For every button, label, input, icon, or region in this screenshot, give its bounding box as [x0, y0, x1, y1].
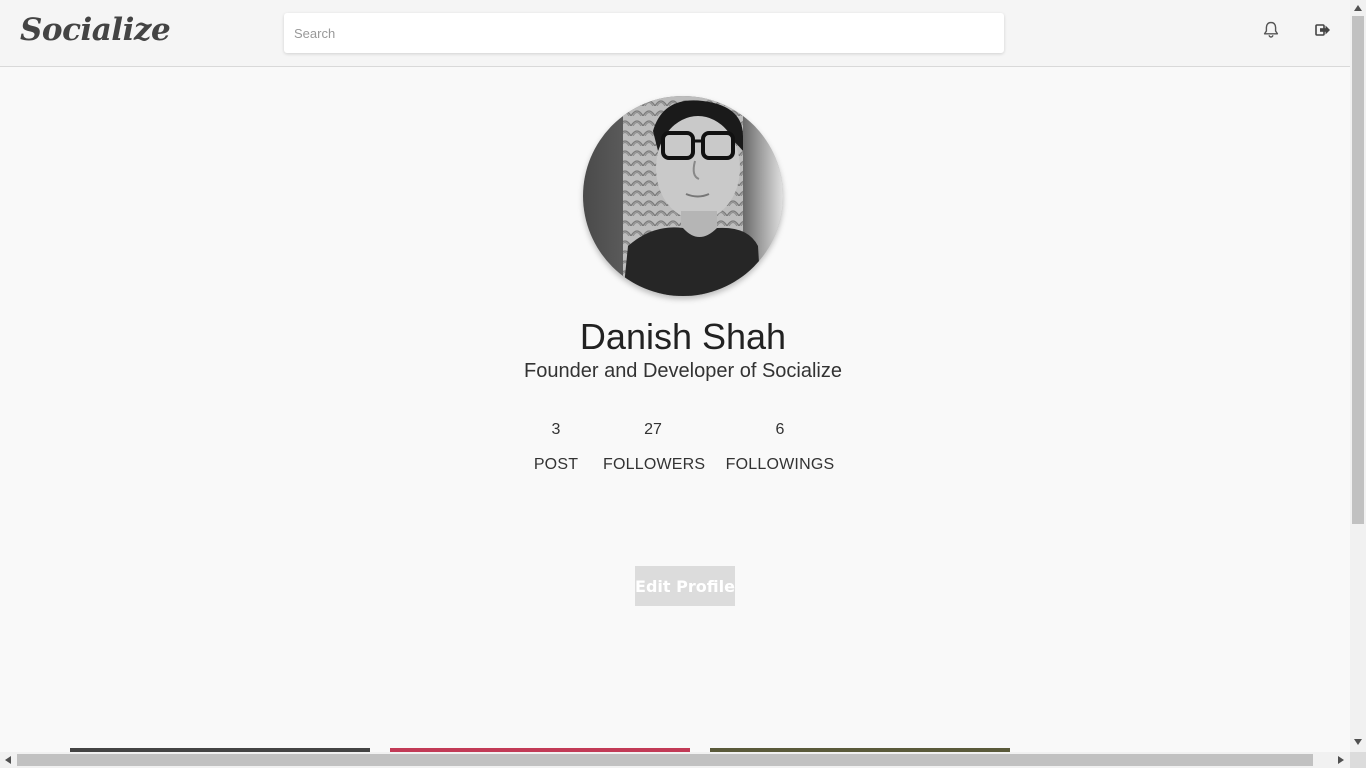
scroll-down-icon[interactable]	[1354, 739, 1362, 745]
posts-count: 3	[551, 421, 561, 438]
profile-bio: Founder and Developer of Socialize	[524, 360, 842, 382]
page: Socialize Search Danish Shah Founder and…	[0, 0, 1350, 752]
stat-followers[interactable]: 27 FOLLOWERS	[603, 421, 706, 474]
bell-icon[interactable]	[1261, 20, 1281, 40]
scroll-right-icon[interactable]	[1338, 756, 1344, 764]
vertical-scrollbar[interactable]	[1350, 0, 1366, 752]
followings-label: FOLLOWINGS	[725, 456, 835, 473]
followers-label: FOLLOWERS	[603, 456, 706, 473]
scroll-left-icon[interactable]	[5, 756, 11, 764]
posts-label: POST	[533, 456, 579, 473]
vertical-scroll-thumb[interactable]	[1352, 16, 1364, 524]
horizontal-scroll-thumb[interactable]	[17, 754, 1313, 766]
stat-followings[interactable]: 6 FOLLOWINGS	[724, 421, 836, 474]
search-input[interactable]	[284, 13, 1004, 53]
scrollbar-corner	[1350, 752, 1366, 768]
stat-posts[interactable]: 3 POST	[526, 421, 586, 474]
search-box	[284, 13, 1004, 53]
profile-name: Danish Shah	[579, 316, 787, 357]
followings-count: 6	[775, 421, 785, 438]
logout-icon[interactable]	[1313, 20, 1333, 40]
top-navbar: Socialize	[0, 0, 1350, 67]
scroll-up-icon[interactable]	[1354, 5, 1362, 11]
followers-count: 27	[644, 421, 662, 438]
edit-profile-button[interactable]: Edit Profile	[635, 566, 735, 606]
app-logo[interactable]: Socialize	[20, 12, 171, 48]
horizontal-scrollbar[interactable]	[0, 752, 1350, 768]
profile-avatar	[583, 96, 783, 296]
